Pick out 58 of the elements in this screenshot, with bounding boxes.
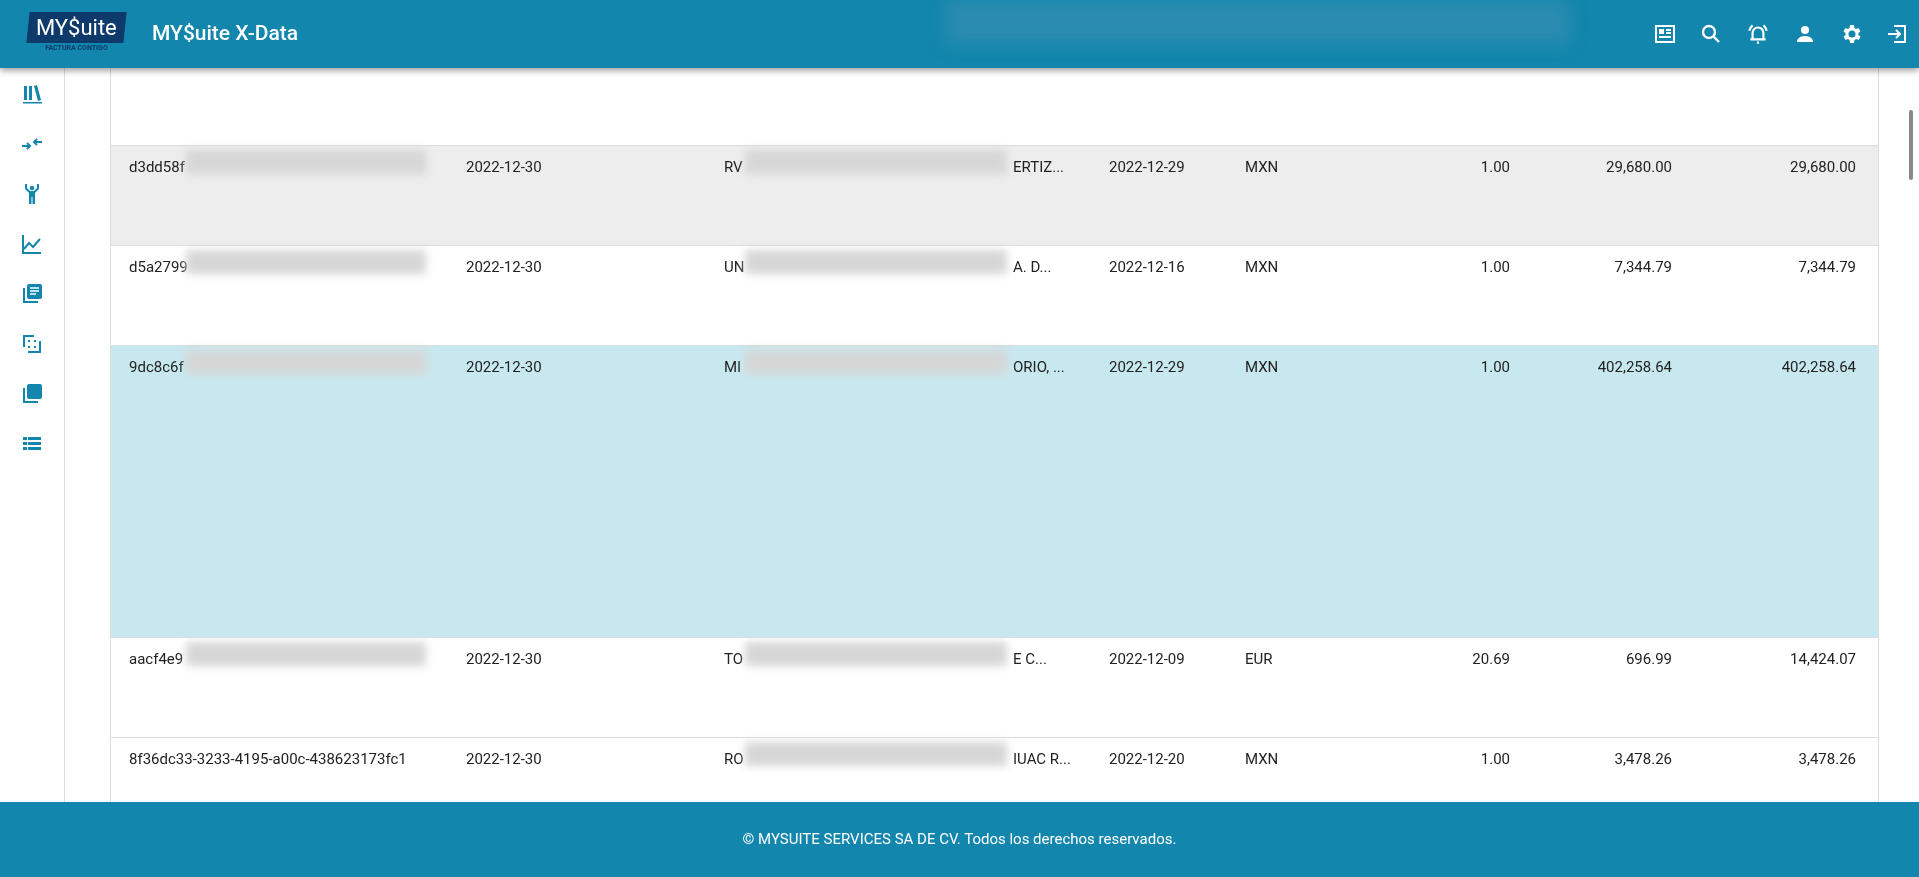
scrollbar-thumb[interactable] xyxy=(1909,110,1913,180)
table-cell: 696.99 xyxy=(1625,650,1672,668)
table-cell: ORIO, ... xyxy=(1013,358,1065,376)
logo-text: MY$uite xyxy=(36,16,117,39)
table-cell: IUAC R... xyxy=(1013,750,1071,768)
table-cell: 402,258.64 xyxy=(1781,358,1856,376)
table-cell: 1.00 xyxy=(1480,358,1510,376)
table-cell: A. D... xyxy=(1013,258,1052,276)
table-cell: 1.00 xyxy=(1480,158,1510,176)
table-cell: MXN xyxy=(1245,750,1279,768)
table-cell: MXN xyxy=(1245,358,1279,376)
stacked-squares-icon[interactable] xyxy=(20,382,44,406)
table-cell: RV xyxy=(724,158,743,176)
news-icon[interactable] xyxy=(1653,22,1677,46)
table-cell: 8f36dc33-3233-4195-a00c-438623173fc1 xyxy=(129,750,407,768)
table-cell: 20.69 xyxy=(1472,650,1510,668)
table-cell: 2022-12-30 xyxy=(466,258,542,276)
table-cell: MXN xyxy=(1245,158,1279,176)
table-cell: 29,680.00 xyxy=(1606,158,1672,176)
table-cell: 2022-12-30 xyxy=(466,358,542,376)
app-title: MY$uite X-Data xyxy=(152,20,299,48)
table-cell: ERTIZ... xyxy=(1013,158,1065,176)
line-chart-icon[interactable] xyxy=(20,232,44,256)
table-cell: 2022-12-16 xyxy=(1109,258,1185,276)
table-cell: 2022-12-30 xyxy=(466,158,542,176)
table-cell: 3,478.26 xyxy=(1614,750,1672,768)
table-cell: 1.00 xyxy=(1480,258,1510,276)
library-icon[interactable] xyxy=(20,82,44,106)
table-cell: TO xyxy=(724,650,744,668)
table-cell: MI xyxy=(724,358,742,376)
table-cell: 2022-12-20 xyxy=(1109,750,1185,768)
documents-icon[interactable] xyxy=(20,282,44,306)
table-cell: 29,680.00 xyxy=(1790,158,1856,176)
table-cell: 2022-12-30 xyxy=(466,650,542,668)
table-cell: 7,344.79 xyxy=(1798,258,1856,276)
table-cell: d3dd58f xyxy=(129,158,185,176)
table-cell: UN xyxy=(724,258,745,276)
table-cell: 2022-12-29 xyxy=(1109,158,1185,176)
table-cell: 14,424.07 xyxy=(1790,650,1856,668)
table-row[interactable]: d3dd58f 2022-12-30 RV ERTIZ... 2022-12-29 MXN 1.00 29,680.00 29,680.00 xyxy=(111,145,1878,245)
table-cell: 2022-12-09 xyxy=(1109,650,1185,668)
table-cell: 3,478.26 xyxy=(1798,750,1856,768)
table-cell: RO xyxy=(724,750,744,768)
table-cell: aacf4e9 xyxy=(129,650,184,668)
table-cell: 7,344.79 xyxy=(1614,258,1672,276)
table-cell: 402,258.64 xyxy=(1597,358,1672,376)
table-cell: 1.00 xyxy=(1480,750,1510,768)
table-cell: 2022-12-30 xyxy=(466,750,542,768)
table-cell: E C... xyxy=(1013,650,1047,668)
logout-icon[interactable] xyxy=(1885,22,1909,46)
copy-frame-icon[interactable] xyxy=(20,332,44,356)
table-cell: 2022-12-29 xyxy=(1109,358,1185,376)
table-cell: EUR xyxy=(1245,650,1273,668)
table-row[interactable]: 9dc8c6f 2022-12-30 MI ORIO, ... 2022-12-29 MXN 1.00 402,258.64 402,258.64 xyxy=(111,345,1878,637)
table-cell: 9dc8c6f xyxy=(129,358,184,376)
table-cell: d5a2799 xyxy=(129,258,188,276)
table-cell: MXN xyxy=(1245,258,1279,276)
copyright-text: © MYSUITE SERVICES SA DE CV. Todos los derechos reservados. xyxy=(742,829,1177,851)
